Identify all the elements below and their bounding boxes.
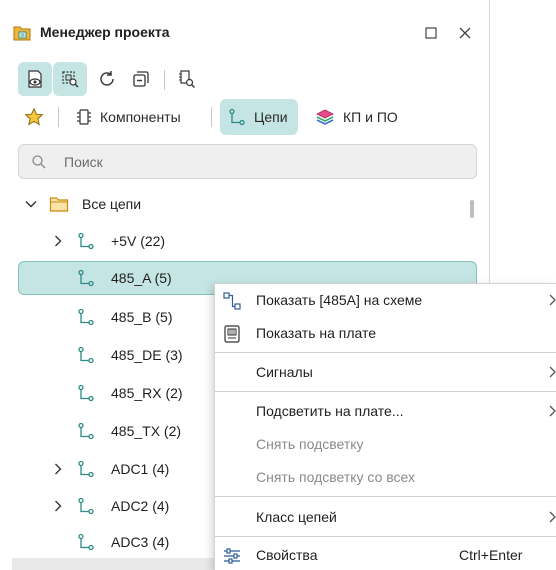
- context-menu: Показать [485A] на схеме Показать на пла…: [214, 283, 556, 570]
- collapse-all-button[interactable]: [124, 62, 158, 96]
- net-icon: [77, 460, 95, 481]
- scrollbar-thumb[interactable]: [470, 200, 474, 218]
- tree-item-label: +5V (22): [111, 233, 166, 249]
- net-icon: [229, 108, 245, 126]
- search-input[interactable]: Поиск: [18, 144, 477, 179]
- project-manager-icon: [13, 24, 31, 45]
- find-in-board-icon: [179, 70, 195, 88]
- find-in-board-button[interactable]: [170, 62, 204, 96]
- tree-item[interactable]: +5V (22): [0, 223, 490, 259]
- menu-item-label: Свойства: [256, 547, 318, 563]
- tree-item-label: 485_RX (2): [111, 385, 183, 401]
- panel-header: Менеджер проекта: [0, 0, 490, 52]
- tree-item-label: 485_TX (2): [111, 423, 182, 439]
- schematic-net-icon: [223, 292, 241, 313]
- tree-hover-strip: [12, 558, 222, 570]
- tree-item-label: 485_B (5): [111, 309, 173, 325]
- menu-item-properties[interactable]: Свойства Ctrl+Enter: [215, 539, 556, 570]
- menu-item-highlight-on-board[interactable]: Подсветить на плате...: [215, 395, 556, 428]
- menu-item-label: Снять подсветку со всех: [256, 469, 416, 485]
- tab-divider: [211, 107, 212, 127]
- panel-title: Менеджер проекта: [40, 24, 170, 40]
- menu-separator: [215, 391, 556, 392]
- highlight-on-board-icon: [62, 71, 79, 88]
- menu-item-label: Показать [485A] на схеме: [256, 292, 423, 308]
- net-icon: [77, 346, 95, 367]
- net-icon: [77, 533, 95, 554]
- properties-icon: [223, 547, 241, 568]
- menu-item-show-on-board[interactable]: Показать на плате: [215, 317, 556, 350]
- close-button[interactable]: [454, 22, 476, 44]
- tree-root[interactable]: Все цепи: [0, 186, 490, 222]
- menu-item-clear-highlight: Снять подсветку: [215, 428, 556, 461]
- tree-root-label: Все цепи: [82, 196, 142, 212]
- net-icon: [77, 308, 95, 329]
- submenu-arrow-icon: [548, 404, 556, 420]
- maximize-icon: [425, 27, 437, 39]
- refresh-icon: [100, 71, 114, 86]
- net-icon: [77, 422, 95, 443]
- tab-nets[interactable]: Цепи: [220, 99, 298, 135]
- close-icon: [459, 27, 471, 39]
- tab-pads-vias-label: КП и ПО: [343, 109, 398, 125]
- net-icon: [77, 384, 95, 405]
- panel-tabs: Компоненты Цепи КП и ПО: [0, 99, 490, 135]
- folder-icon: [49, 195, 69, 216]
- board-icon: [223, 325, 241, 346]
- panel-toolbar: [0, 62, 490, 96]
- tree-item-label: 485_A (5): [111, 270, 172, 286]
- menu-item-label: Показать на плате: [256, 325, 377, 341]
- tab-favorites[interactable]: [24, 99, 52, 135]
- submenu-arrow-icon: [548, 510, 556, 526]
- show-in-schematic-button[interactable]: [18, 62, 52, 96]
- tree-item-label: ADC1 (4): [111, 461, 170, 477]
- net-icon: [77, 269, 95, 290]
- submenu-arrow-icon: [548, 365, 556, 381]
- chevron-right-icon[interactable]: [51, 499, 65, 516]
- search-icon: [31, 154, 47, 173]
- tree-item-label: ADC2 (4): [111, 498, 170, 514]
- menu-item-signals[interactable]: Сигналы: [215, 356, 556, 389]
- menu-separator: [215, 352, 556, 353]
- chevron-right-icon[interactable]: [51, 234, 65, 251]
- net-icon: [77, 232, 95, 253]
- menu-item-label: Подсветить на плате...: [256, 403, 404, 419]
- menu-item-label: Снять подсветку: [256, 436, 364, 452]
- menu-item-shortcut: Ctrl+Enter: [459, 547, 523, 563]
- show-in-schematic-icon: [28, 70, 42, 88]
- menu-item-label: Класс цепей: [256, 509, 337, 525]
- menu-separator: [215, 536, 556, 537]
- menu-item-clear-all-highlight: Снять подсветку со всех: [215, 461, 556, 494]
- tab-nets-label: Цепи: [254, 109, 288, 125]
- net-icon: [77, 497, 95, 518]
- layers-icon: [316, 109, 334, 125]
- tab-components-label: Компоненты: [100, 109, 181, 125]
- highlight-on-board-button[interactable]: [53, 62, 87, 96]
- submenu-arrow-icon: [548, 293, 556, 309]
- menu-separator: [215, 496, 556, 497]
- tab-divider: [58, 107, 59, 127]
- menu-item-show-in-schematic[interactable]: Показать [485A] на схеме: [215, 284, 556, 317]
- star-icon: [24, 107, 44, 126]
- tree-item-label: 485_DE (3): [111, 347, 183, 363]
- maximize-button[interactable]: [420, 22, 442, 44]
- menu-item-net-class[interactable]: Класс цепей: [215, 501, 556, 534]
- tab-pads-vias[interactable]: КП и ПО: [315, 99, 398, 135]
- search-placeholder: Поиск: [64, 154, 103, 170]
- chevron-right-icon[interactable]: [51, 462, 65, 479]
- tree-item-label: ADC3 (4): [111, 534, 170, 550]
- component-icon: [77, 109, 91, 125]
- chevron-down-icon[interactable]: [24, 197, 38, 214]
- tab-components[interactable]: Компоненты: [76, 99, 181, 135]
- menu-item-label: Сигналы: [256, 364, 313, 380]
- toolbar-divider: [164, 70, 165, 90]
- refresh-button[interactable]: [90, 62, 124, 96]
- collapse-all-icon: [133, 71, 149, 87]
